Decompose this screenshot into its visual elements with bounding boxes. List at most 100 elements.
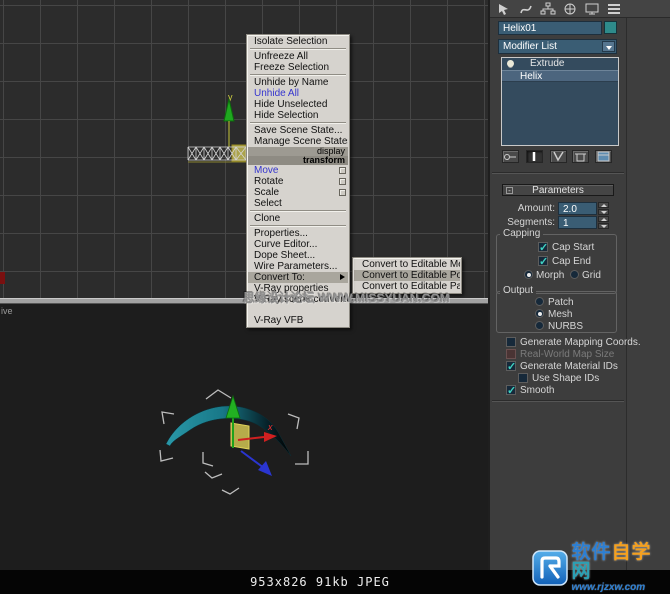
morph-radio[interactable]	[524, 270, 533, 279]
use-shape-label[interactable]: Use Shape IDs	[532, 373, 599, 384]
generate-material-label[interactable]: Generate Material IDs	[520, 361, 618, 372]
menu-item-manage-scene-states[interactable]: Manage Scene States...	[248, 136, 348, 147]
capping-group-label: Capping	[500, 229, 544, 239]
nurbs-radio[interactable]	[535, 321, 544, 330]
hierarchy-tab-icon[interactable]	[540, 2, 558, 16]
menu-item-rotate[interactable]: Rotate	[248, 176, 348, 187]
menu-item-save-scene-state[interactable]: Save Scene State...	[248, 125, 348, 136]
menu-item-freeze-selection[interactable]: Freeze Selection	[248, 62, 348, 73]
menu-separator	[250, 210, 346, 212]
configure-modifier-sets-button[interactable]	[595, 150, 612, 163]
stack-item-helix[interactable]: Helix	[502, 70, 618, 82]
site-url: www.rjzxw.com	[571, 582, 646, 593]
menu-item-dope-sheet[interactable]: Dope Sheet...	[248, 250, 348, 261]
create-tab-icon[interactable]	[496, 2, 514, 16]
menu-item-isolate-selection[interactable]: Isolate Selection	[248, 36, 348, 47]
pin-stack-button[interactable]	[502, 150, 519, 163]
submenu-item-editable-poly[interactable]: Convert to Editable Poly	[354, 270, 460, 281]
quad-title-transform: transform	[248, 156, 348, 165]
cap-start-label[interactable]: Cap Start	[552, 242, 594, 253]
segments-spinner[interactable]	[598, 216, 609, 229]
menu-item-curve-editor[interactable]: Curve Editor...	[248, 239, 348, 250]
site-logo: 软件自学网 www.rjzxw.com	[531, 542, 670, 593]
screenshot-root: y ive x 953x826 91kb JPEG 软件自学网 www.rjzx…	[0, 0, 670, 594]
menu-item-scale[interactable]: Scale	[248, 187, 348, 198]
object-color-swatch[interactable]	[604, 21, 617, 34]
mesh-label[interactable]: Mesh	[548, 309, 572, 320]
amount-spinner[interactable]	[598, 202, 609, 215]
menu-item-unhide-all[interactable]: Unhide All	[248, 88, 348, 99]
grid-radio[interactable]	[570, 270, 579, 279]
viewport-label: ive	[1, 306, 13, 316]
patch-label[interactable]: Patch	[548, 297, 574, 308]
panel-divider	[492, 400, 624, 402]
chevron-down-icon[interactable]	[602, 41, 615, 52]
smooth-checkbox[interactable]	[506, 384, 516, 397]
output-group-label: Output	[500, 286, 537, 296]
show-end-result-button[interactable]	[526, 150, 543, 163]
generate-material-checkbox[interactable]	[506, 360, 516, 373]
mesh-radio[interactable]	[535, 309, 544, 318]
menu-item-unhide-by-name[interactable]: Unhide by Name	[248, 77, 348, 88]
lightbulb-icon[interactable]	[507, 60, 514, 67]
menu-item-move[interactable]: Move	[248, 165, 348, 176]
object-name-field[interactable]: Helix01	[498, 21, 602, 35]
grid-label[interactable]: Grid	[582, 270, 601, 281]
stack-item-extrude[interactable]: Extrude	[502, 58, 618, 70]
menu-item-hide-selection[interactable]: Hide Selection	[248, 110, 348, 121]
left-edge-axis-mark	[0, 272, 5, 284]
segments-field[interactable]: 1	[558, 216, 597, 229]
site-logo-icon	[532, 550, 568, 586]
cap-end-label[interactable]: Cap End	[552, 256, 591, 267]
panel-empty-strip	[626, 18, 670, 570]
menu-separator	[250, 48, 346, 50]
display-tab-icon[interactable]	[584, 2, 602, 16]
generate-mapping-checkbox[interactable]	[506, 337, 516, 347]
modifier-list-dropdown[interactable]: Modifier List	[498, 39, 617, 54]
viewport-perspective[interactable]: x	[0, 304, 488, 570]
make-unique-button[interactable]	[550, 150, 567, 163]
motion-tab-icon[interactable]	[562, 2, 580, 16]
menu-item-vray-vfb[interactable]: V-Ray VFB	[248, 315, 348, 326]
cap-end-checkbox[interactable]	[538, 255, 548, 268]
menu-separator	[250, 122, 346, 124]
smooth-label[interactable]: Smooth	[520, 385, 554, 396]
parameters-rollout-header[interactable]: - Parameters	[502, 184, 614, 196]
axis-label-x: x	[267, 422, 273, 432]
menu-item-unfreeze-all[interactable]: Unfreeze All	[248, 51, 348, 62]
cap-start-checkbox[interactable]	[538, 241, 548, 254]
menu-item-select[interactable]: Select	[248, 198, 348, 209]
panel-divider	[492, 172, 624, 174]
utilities-tab-icon[interactable]	[606, 2, 624, 16]
menu-item-wire-parameters[interactable]: Wire Parameters...	[248, 261, 348, 272]
nurbs-label[interactable]: NURBS	[548, 321, 583, 332]
gizmo-z-axis[interactable]	[240, 450, 265, 469]
menu-separator	[250, 74, 346, 76]
menu-item-hide-unselected[interactable]: Hide Unselected	[248, 99, 348, 110]
rotate-settings-icon[interactable]	[339, 178, 346, 185]
helix-scene: x	[159, 389, 309, 495]
collapse-icon[interactable]: -	[506, 187, 513, 195]
morph-label[interactable]: Morph	[536, 270, 564, 281]
menu-item-clone[interactable]: Clone	[248, 213, 348, 224]
viewport-front[interactable]: y	[0, 0, 488, 298]
amount-field[interactable]: 2.0	[558, 202, 597, 215]
menu-item-properties[interactable]: Properties...	[248, 228, 348, 239]
modify-tab-icon[interactable]	[518, 2, 536, 16]
quad-menu: Isolate Selection Unfreeze All Freeze Se…	[246, 34, 350, 328]
use-shape-checkbox[interactable]	[518, 373, 528, 383]
command-panel: Helix01 Modifier List Extrude Helix - Pa…	[488, 0, 670, 570]
scale-settings-icon[interactable]	[339, 189, 346, 196]
image-status-text: 953x826 91kb JPEG	[250, 575, 390, 589]
site-name: 软件自学网	[571, 542, 652, 582]
modifier-stack: Extrude Helix	[501, 57, 619, 146]
move-settings-icon[interactable]	[339, 167, 346, 174]
patch-radio[interactable]	[535, 297, 544, 306]
submenu-item-editable-mesh[interactable]: Convert to Editable Mesh	[354, 259, 460, 270]
generate-mapping-label[interactable]: Generate Mapping Coords.	[520, 337, 641, 348]
menu-item-convert-to[interactable]: Convert To:	[248, 272, 348, 283]
menu-separator	[250, 225, 346, 227]
amount-label: Amount:	[517, 203, 555, 214]
remove-modifier-button[interactable]	[572, 150, 589, 163]
real-world-label: Real-World Map Size	[520, 349, 615, 360]
